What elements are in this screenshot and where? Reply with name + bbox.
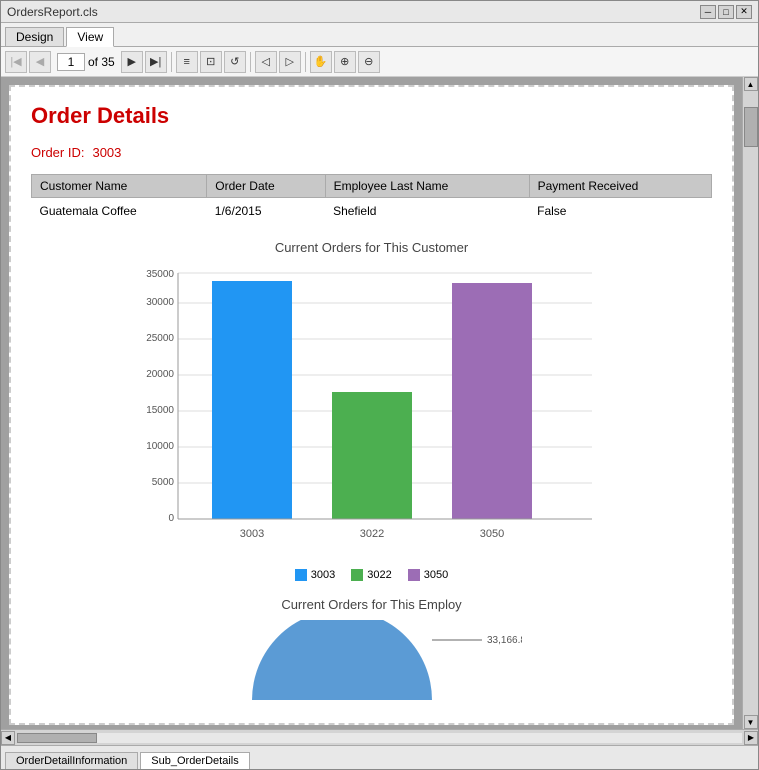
maximize-button[interactable]: □ xyxy=(718,5,734,19)
hand-tool-button[interactable]: ✋ xyxy=(310,51,332,73)
separator-3 xyxy=(305,52,306,72)
horizontal-scrollbar[interactable]: ◀ ▶ xyxy=(1,729,758,745)
tab-order-detail-information[interactable]: OrderDetailInformation xyxy=(5,752,138,769)
bottom-tab-bar: OrderDetailInformation Sub_OrderDetails xyxy=(1,745,758,769)
bar-chart-title: Current Orders for This Customer xyxy=(275,240,468,255)
page-view-button[interactable]: ⊡ xyxy=(200,51,222,73)
svg-text:20000: 20000 xyxy=(146,369,174,380)
refresh-button[interactable]: ↺ xyxy=(224,51,246,73)
zoom-in-button[interactable]: ⊕ xyxy=(334,51,356,73)
tab-view[interactable]: View xyxy=(66,27,114,47)
window-controls: ─ □ ✕ xyxy=(700,5,752,19)
h-scroll-track[interactable] xyxy=(17,733,742,743)
legend-label-3022: 3022 xyxy=(367,569,391,581)
svg-text:10000: 10000 xyxy=(146,441,174,452)
report-page: Order Details Order ID: 3003 Customer Na… xyxy=(9,85,734,725)
order-id-label: Order ID: xyxy=(31,145,84,160)
minimize-button[interactable]: ─ xyxy=(700,5,716,19)
scroll-up-button[interactable]: ▲ xyxy=(744,77,758,91)
legend-color-3022 xyxy=(351,569,363,581)
vertical-scrollbar[interactable]: ▲ ▼ xyxy=(742,77,758,729)
svg-text:3022: 3022 xyxy=(359,528,383,540)
tab-bar: Design View xyxy=(1,23,758,47)
main-content: Order Details Order ID: 3003 Customer Na… xyxy=(1,77,758,729)
list-view-button[interactable]: ≡ xyxy=(176,51,198,73)
legend-item-3050: 3050 xyxy=(408,569,448,581)
main-window: OrdersReport.cls ─ □ ✕ Design View |◀ ◀ … xyxy=(0,0,759,770)
zoom-out-button[interactable]: ⊖ xyxy=(358,51,380,73)
bar-chart-container: Current Orders for This Customer 0 5000 … xyxy=(31,240,712,581)
pie-chart-title: Current Orders for This Employ xyxy=(281,597,461,612)
bar-chart-svg: 0 5000 10000 15000 20000 25000 30000 350… xyxy=(132,263,612,563)
svg-text:0: 0 xyxy=(168,513,174,524)
bar-chart-area: 0 5000 10000 15000 20000 25000 30000 350… xyxy=(132,263,612,563)
scroll-left-button[interactable]: ◀ xyxy=(1,731,15,745)
legend-color-3003 xyxy=(295,569,307,581)
page-total: of 35 xyxy=(88,55,115,69)
order-id-row: Order ID: 3003 xyxy=(31,145,712,160)
legend-color-3050 xyxy=(408,569,420,581)
svg-text:5000: 5000 xyxy=(151,477,174,488)
window-title: OrdersReport.cls xyxy=(7,5,98,19)
svg-text:15000: 15000 xyxy=(146,405,174,416)
h-scroll-thumb[interactable] xyxy=(17,733,97,743)
col-header-payment: Payment Received xyxy=(529,175,711,198)
legend-label-3050: 3050 xyxy=(424,569,448,581)
pie-segment xyxy=(252,620,432,700)
page-number-input[interactable] xyxy=(57,53,85,71)
tab-design[interactable]: Design xyxy=(5,27,64,46)
svg-text:25000: 25000 xyxy=(146,333,174,344)
pie-chart-area: 33,166.8 xyxy=(222,620,522,700)
forward-button[interactable]: ▷ xyxy=(279,51,301,73)
scroll-down-button[interactable]: ▼ xyxy=(744,715,758,729)
legend-item-3022: 3022 xyxy=(351,569,391,581)
bottom-area: ◀ ▶ OrderDetailInformation Sub_OrderDeta… xyxy=(1,729,758,769)
legend-label-3003: 3003 xyxy=(311,569,335,581)
report-title: Order Details xyxy=(31,103,712,129)
last-page-button[interactable]: ▶| xyxy=(145,51,167,73)
scroll-right-button[interactable]: ▶ xyxy=(744,731,758,745)
table-row: Guatemala Coffee 1/6/2015 Shefield False xyxy=(32,198,712,225)
cell-date: 1/6/2015 xyxy=(207,198,325,225)
separator-1 xyxy=(171,52,172,72)
first-page-button[interactable]: |◀ xyxy=(5,51,27,73)
separator-2 xyxy=(250,52,251,72)
cell-employee: Shefield xyxy=(325,198,529,225)
bar-3003 xyxy=(212,281,292,519)
svg-text:3050: 3050 xyxy=(479,528,503,540)
cell-payment: False xyxy=(529,198,711,225)
svg-text:3003: 3003 xyxy=(239,528,263,540)
col-header-date: Order Date xyxy=(207,175,325,198)
cell-customer: Guatemala Coffee xyxy=(32,198,207,225)
col-header-employee: Employee Last Name xyxy=(325,175,529,198)
bar-chart-legend: 3003 3022 3050 xyxy=(295,569,448,581)
order-id-value: 3003 xyxy=(92,145,121,160)
bar-3050 xyxy=(452,283,532,519)
legend-item-3003: 3003 xyxy=(295,569,335,581)
bar-3022 xyxy=(332,392,412,519)
title-bar: OrdersReport.cls ─ □ ✕ xyxy=(1,1,758,23)
report-area[interactable]: Order Details Order ID: 3003 Customer Na… xyxy=(1,77,742,729)
svg-text:35000: 35000 xyxy=(146,269,174,280)
order-table: Customer Name Order Date Employee Last N… xyxy=(31,174,712,224)
pie-chart-svg: 33,166.8 xyxy=(222,620,522,700)
pie-value-label: 33,166.8 xyxy=(487,635,522,646)
next-page-button[interactable]: ▶ xyxy=(121,51,143,73)
pie-chart-container: Current Orders for This Employ 33,166.8 xyxy=(31,597,712,700)
svg-text:30000: 30000 xyxy=(146,297,174,308)
toolbar: |◀ ◀ of 35 ▶ ▶| ≡ ⊡ ↺ ◁ ▷ ✋ ⊕ ⊖ xyxy=(1,47,758,77)
scroll-thumb[interactable] xyxy=(744,107,758,147)
close-button[interactable]: ✕ xyxy=(736,5,752,19)
col-header-customer: Customer Name xyxy=(32,175,207,198)
tab-sub-order-details[interactable]: Sub_OrderDetails xyxy=(140,752,249,769)
page-indicator: of 35 xyxy=(53,53,119,71)
back-button[interactable]: ◁ xyxy=(255,51,277,73)
prev-page-button[interactable]: ◀ xyxy=(29,51,51,73)
